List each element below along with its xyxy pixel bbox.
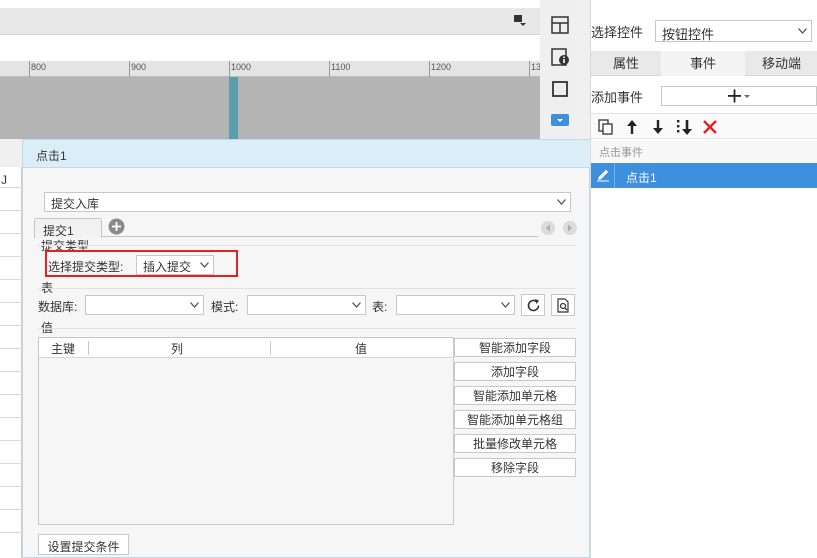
tab-next-button[interactable] <box>563 221 577 235</box>
choose-submit-type-label: 选择提交类型: <box>48 260 124 274</box>
chevron-down-icon <box>190 302 199 308</box>
ruler-tick: 1100 <box>331 62 351 72</box>
left-grid-column: J <box>0 167 22 558</box>
chevron-down-icon <box>557 199 566 205</box>
copy-icon[interactable] <box>597 118 615 136</box>
chevron-down-icon <box>200 262 209 268</box>
horizontal-ruler: 800 900 1000 1100 1200 13 <box>0 61 541 77</box>
select-control-value: 按钮控件 <box>662 27 715 42</box>
add-tab-icon[interactable] <box>108 218 125 235</box>
plus-dropdown-icon <box>728 89 750 103</box>
design-canvas[interactable] <box>0 77 540 139</box>
refresh-icon <box>527 299 540 312</box>
event-toolbar <box>591 113 817 139</box>
remove-field-button[interactable]: 移除字段 <box>454 458 576 477</box>
mode-label: 模式: <box>211 300 239 314</box>
frame-icon[interactable] <box>550 79 570 99</box>
tab-prev-button[interactable] <box>541 221 555 235</box>
refresh-button[interactable] <box>521 294 545 316</box>
smart-add-cell-group-button[interactable]: 智能添加单元格组 <box>454 410 576 429</box>
search-document-icon <box>557 298 569 313</box>
section-divider <box>38 245 576 246</box>
choose-submit-type-dropdown[interactable]: 插入提交 <box>136 255 214 275</box>
ruler-tick: 800 <box>31 62 47 72</box>
property-panel: 选择控件 按钮控件 属性 事件 移动端 添加事件 点击事件 点击1 <box>590 0 817 558</box>
column-header: 值 <box>355 342 368 356</box>
field-table[interactable]: 主键 列 值 <box>38 337 454 525</box>
selected-column-marker <box>229 77 238 139</box>
tab-mobile[interactable]: 移动端 <box>745 51 817 76</box>
property-tabs: 属性 事件 移动端 <box>591 51 817 76</box>
submit-type-dropdown[interactable]: 提交入库 <box>44 192 571 212</box>
tab-events[interactable]: 事件 <box>661 51 745 76</box>
add-event-button[interactable] <box>661 86 817 106</box>
set-submit-condition-button[interactable]: 设置提交条件 <box>38 534 129 555</box>
dialog-title-bar: 点击1 <box>23 140 590 168</box>
chevron-down-icon <box>352 302 361 308</box>
smart-add-cell-button[interactable]: 智能添加单元格 <box>454 386 576 405</box>
submit-type-value: 提交入库 <box>51 197 100 211</box>
chevron-right-icon <box>568 224 572 232</box>
table-header: 主键 列 值 <box>39 338 453 358</box>
mode-dropdown[interactable] <box>247 295 366 315</box>
top-strip <box>0 0 540 8</box>
add-event-label: 添加事件 <box>591 90 644 105</box>
column-header: 主键 <box>51 342 76 356</box>
table-dropdown[interactable] <box>396 295 515 315</box>
format-brush-icon[interactable] <box>514 15 526 27</box>
ruler-tick: 1200 <box>431 62 452 72</box>
smart-add-field-button[interactable]: 智能添加字段 <box>454 338 576 357</box>
select-control-label: 选择控件 <box>591 25 644 40</box>
move-bottom-icon[interactable] <box>675 118 693 136</box>
button-widget-icon[interactable] <box>550 110 570 130</box>
move-up-icon[interactable] <box>623 118 641 136</box>
tab-bar-line <box>102 236 538 237</box>
column-letter: J <box>1 173 7 187</box>
layout-grid-icon[interactable] <box>550 15 570 35</box>
preview-table-button[interactable] <box>551 294 575 316</box>
database-label: 数据库: <box>38 300 78 314</box>
event-item-label: 点击1 <box>626 171 657 185</box>
event-list-header: 点击事件 <box>591 140 817 162</box>
tab-submit-1[interactable]: 提交1 <box>34 218 102 238</box>
select-control-dropdown[interactable]: 按钮控件 <box>655 20 812 42</box>
ruler-tick: 900 <box>131 62 147 72</box>
event-dialog: 点击1 提交入库 提交1 提交类型 选择提交类型: 插入提交 表 数据库: 模式… <box>22 139 590 558</box>
edit-event-button[interactable] <box>591 163 615 188</box>
event-list-item[interactable]: 点击1 <box>591 163 817 188</box>
add-field-button[interactable]: 添加字段 <box>454 362 576 381</box>
section-divider <box>38 328 576 329</box>
chevron-down-icon <box>798 28 807 34</box>
column-header: 列 <box>171 342 184 356</box>
column-header-band <box>0 35 540 61</box>
pencil-icon <box>597 169 609 182</box>
chevron-down-icon <box>501 302 510 308</box>
designer-toolbar <box>0 8 540 35</box>
chevron-left-icon <box>546 224 550 232</box>
info-widget-icon[interactable] <box>550 47 570 67</box>
batch-modify-cells-button[interactable]: 批量修改单元格 <box>454 434 576 453</box>
section-divider <box>38 288 576 289</box>
ruler-tick: 1000 <box>231 62 252 72</box>
database-dropdown[interactable] <box>85 295 204 315</box>
move-down-icon[interactable] <box>649 118 667 136</box>
delete-icon[interactable] <box>701 118 719 136</box>
choose-submit-type-value: 插入提交 <box>143 260 192 274</box>
tab-properties[interactable]: 属性 <box>591 51 661 76</box>
widget-icon-bar <box>540 0 580 139</box>
table-label: 表: <box>372 300 388 314</box>
dialog-title: 点击1 <box>36 149 67 163</box>
